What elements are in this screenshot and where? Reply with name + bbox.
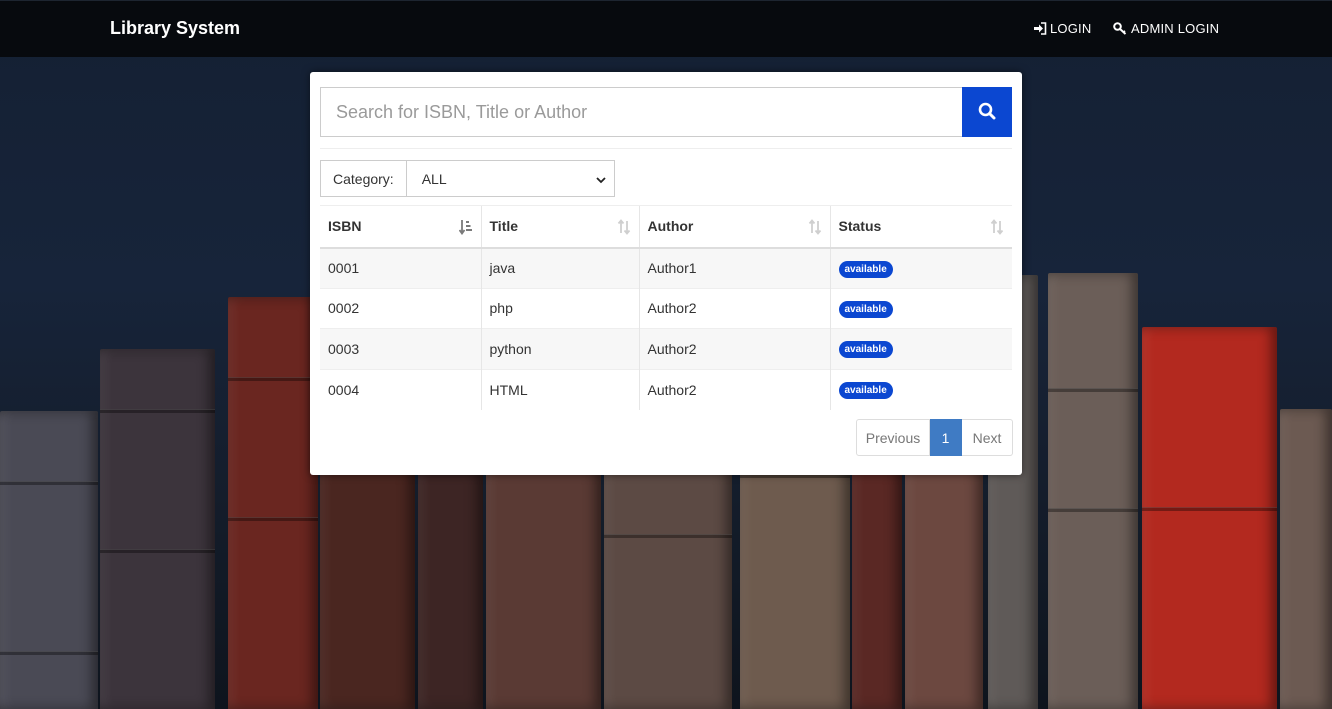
column-header-isbn[interactable]: ISBN (320, 205, 481, 249)
search-button[interactable] (962, 87, 1012, 137)
table-row: 0002 php Author2 available (320, 287, 1012, 329)
column-header-author[interactable]: Author (638, 205, 830, 249)
status-badge: available (838, 382, 893, 399)
status-badge: available (838, 260, 893, 278)
column-label: Author (647, 218, 694, 235)
login-link[interactable]: LOGIN (1033, 21, 1091, 36)
sort-ascending-icon (458, 219, 473, 238)
table-row: 0003 python Author2 available (320, 328, 1012, 369)
login-label: LOGIN (1050, 21, 1092, 36)
category-filter: Category: ALL (320, 160, 615, 197)
cell-author: Author2 (638, 328, 830, 369)
column-label: Title (489, 218, 519, 235)
cell-title: HTML (480, 368, 639, 410)
cell-author: Author2 (638, 287, 830, 329)
sort-both-icon (990, 219, 1004, 238)
cell-isbn: 0003 (320, 328, 481, 369)
divider (320, 148, 1012, 149)
search-icon (978, 102, 996, 123)
cell-author: Author2 (638, 368, 830, 410)
page-1-button[interactable]: 1 (930, 419, 962, 456)
search-input[interactable] (320, 87, 962, 137)
category-selected-value: ALL (421, 170, 447, 187)
status-badge: available (838, 341, 893, 359)
column-header-status[interactable]: Status (829, 205, 1012, 249)
search-bar (320, 87, 1012, 137)
admin-login-link[interactable]: ADMIN LOGIN (1113, 21, 1219, 36)
search-panel: Category: ALL ISBN (310, 72, 1022, 475)
cell-title: java (480, 247, 639, 288)
table-row: 0004 HTML Author2 available (320, 368, 1012, 410)
top-navbar: Library System LOGIN ADMIN LOGIN (0, 0, 1332, 57)
cell-author: Author1 (638, 247, 830, 288)
table-header-row: ISBN Title Author Status (320, 205, 1012, 249)
sort-both-icon (617, 219, 631, 238)
cell-status: available (829, 368, 1012, 410)
sort-both-icon (808, 219, 822, 238)
cell-status: available (829, 287, 1012, 329)
previous-page-button[interactable]: Previous (856, 419, 930, 456)
column-header-title[interactable]: Title (480, 205, 639, 249)
category-select[interactable]: ALL (405, 160, 615, 197)
status-badge: available (838, 300, 893, 318)
chevron-down-icon (596, 171, 606, 187)
key-icon (1113, 22, 1128, 35)
cell-isbn: 0004 (320, 368, 481, 410)
brand-title[interactable]: Library System (110, 18, 240, 39)
next-page-button[interactable]: Next (962, 419, 1013, 456)
sign-in-icon (1033, 22, 1047, 35)
cell-title: php (480, 287, 639, 329)
cell-status: available (829, 247, 1012, 288)
category-label: Category: (320, 160, 406, 197)
cell-isbn: 0002 (320, 287, 481, 329)
cell-title: python (480, 328, 639, 369)
pagination: Previous 1 Next (856, 419, 1013, 456)
cell-status: available (829, 328, 1012, 369)
books-table: ISBN Title Author Status 0001 java Autho… (320, 205, 1012, 410)
column-label: Status (838, 218, 882, 235)
cell-isbn: 0001 (320, 247, 481, 288)
admin-login-label: ADMIN LOGIN (1131, 21, 1220, 36)
table-row: 0001 java Author1 available (320, 247, 1012, 288)
column-label: ISBN (328, 218, 362, 235)
